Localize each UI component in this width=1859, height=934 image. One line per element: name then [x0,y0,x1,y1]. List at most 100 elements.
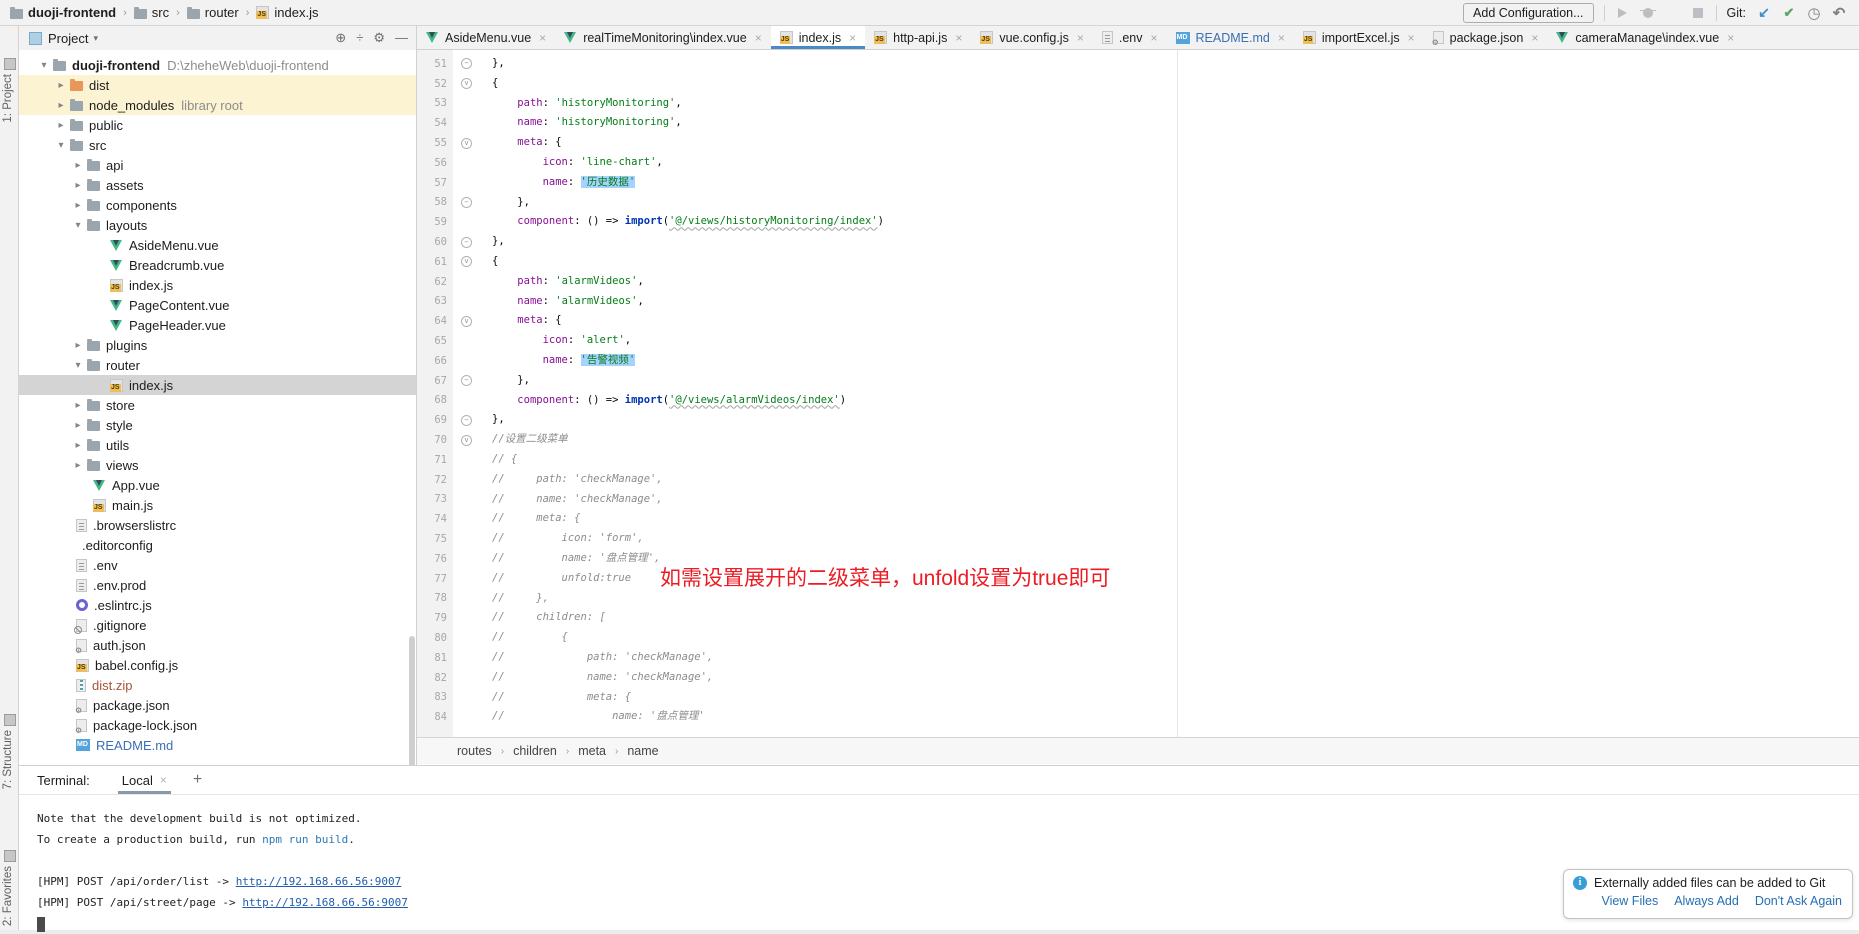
terminal-link[interactable]: http://192.168.66.56:9007 [236,875,402,888]
tree-item-Breadcrumb.vue[interactable]: Breadcrumb.vue [19,255,416,275]
chevron-right-icon[interactable]: ▸ [52,120,70,131]
editor-breadcrumb-item[interactable]: children [513,744,557,758]
editor-tab-realTimeMonitoring\index.vue[interactable]: realTimeMonitoring\index.vue× [555,26,771,49]
terminal-tab-local[interactable]: Local × [118,766,171,794]
tree-item-auth.json[interactable]: auth.json [19,635,416,655]
breadcrumb-item[interactable]: router [187,5,239,20]
rollback-icon[interactable]: ↶ [1831,5,1847,21]
chevron-down-icon[interactable]: ▾ [52,140,70,151]
breadcrumb-item[interactable]: index.js [256,5,318,20]
notification-action-don-t-ask-again[interactable]: Don't Ask Again [1755,894,1842,908]
close-icon[interactable]: × [755,31,762,45]
chevron-right-icon[interactable]: ▸ [69,160,87,171]
add-configuration-button[interactable]: Add Configuration... [1463,3,1594,23]
editor-tab-cameraManage\index.vue[interactable]: cameraManage\index.vue× [1547,26,1743,49]
tree-item-AsideMenu.vue[interactable]: AsideMenu.vue [19,235,416,255]
editor-breadcrumb-item[interactable]: meta [578,744,606,758]
coverage-icon[interactable] [1665,5,1681,21]
editor-tab-package.json[interactable]: package.json× [1424,26,1548,49]
notification-action-always-add[interactable]: Always Add [1674,894,1739,908]
stop-icon[interactable] [1690,5,1706,21]
settings-icon[interactable]: ⚙ [373,30,385,46]
close-icon[interactable]: × [1077,31,1084,45]
editor-tab-http-api.js[interactable]: http-api.js× [865,26,971,49]
tree-item-.gitignore[interactable]: .gitignore [19,615,416,635]
code-area[interactable]: 51−},52v{53 path: 'historyMonitoring',54… [417,50,1859,737]
editor-tab-importExcel.js[interactable]: importExcel.js× [1294,26,1424,49]
editor-tab-README.md[interactable]: README.md× [1167,26,1294,49]
tree-item-.eslintrc.js[interactable]: .eslintrc.js [19,595,416,615]
fold-marker-icon[interactable]: − [461,375,472,386]
close-icon[interactable]: × [849,31,856,45]
chevron-right-icon[interactable]: ▸ [69,440,87,451]
terminal-link[interactable]: http://192.168.66.56:9007 [242,896,408,909]
chevron-right-icon[interactable]: ▸ [69,400,87,411]
collapse-icon[interactable]: ÷ [356,30,363,46]
tree-item-node_modules[interactable]: ▸node_moduleslibrary root [19,95,416,115]
project-tool-icon[interactable] [4,58,16,70]
tree-item-dist.zip[interactable]: dist.zip [19,675,416,695]
editor-breadcrumb-item[interactable]: routes [457,744,492,758]
close-icon[interactable]: × [1531,31,1538,45]
fold-marker-icon[interactable]: v [461,435,472,446]
structure-tool-icon[interactable] [4,714,16,726]
tree-item-package.json[interactable]: package.json [19,695,416,715]
tool-button-project[interactable]: 1: Project [2,74,14,123]
tool-button-favorites[interactable]: 2: Favorites [2,866,14,926]
chevron-right-icon[interactable]: ▸ [69,340,87,351]
tree-item-store[interactable]: ▸store [19,395,416,415]
run-icon[interactable] [1615,5,1631,21]
chevron-down-icon[interactable]: ▾ [69,220,87,231]
fold-marker-icon[interactable]: − [461,237,472,248]
chevron-right-icon[interactable]: ▸ [69,200,87,211]
favorites-tool-icon[interactable] [4,850,16,862]
chevron-down-icon[interactable]: ▾ [35,60,53,71]
breadcrumb-item[interactable]: src [134,5,169,20]
chevron-right-icon[interactable]: ▸ [52,100,70,111]
debug-icon[interactable] [1640,5,1656,21]
tree-item-PageContent.vue[interactable]: PageContent.vue [19,295,416,315]
tree-item-.env[interactable]: .env [19,555,416,575]
tree-item-App.vue[interactable]: App.vue [19,475,416,495]
tree-item-PageHeader.vue[interactable]: PageHeader.vue [19,315,416,335]
hide-icon[interactable]: — [395,30,408,46]
tree-item-.editorconfig[interactable]: .editorconfig [19,535,416,555]
new-terminal-tab-button[interactable]: + [193,771,202,789]
editor-tab-.env[interactable]: .env× [1093,26,1167,49]
tree-item-api[interactable]: ▸api [19,155,416,175]
tree-item-utils[interactable]: ▸utils [19,435,416,455]
chevron-right-icon[interactable]: ▸ [69,180,87,191]
close-icon[interactable]: × [1727,31,1734,45]
project-scrollbar[interactable] [409,636,415,765]
fold-marker-icon[interactable]: v [461,256,472,267]
breadcrumb-item[interactable]: duoji-frontend [10,5,116,20]
close-icon[interactable]: × [955,31,962,45]
target-icon[interactable]: ⊕ [335,30,346,46]
fold-marker-icon[interactable]: − [461,197,472,208]
close-icon[interactable]: × [1278,31,1285,45]
tree-item-README.md[interactable]: README.md [19,735,416,755]
close-icon[interactable]: × [539,31,546,45]
editor-tab-vue.config.js[interactable]: vue.config.js× [971,26,1093,49]
chevron-right-icon[interactable]: ▸ [69,420,87,431]
tree-item-dist[interactable]: ▸dist [19,75,416,95]
tree-item-duoji-frontend[interactable]: ▾duoji-frontendD:\zheheWeb\duoji-fronten… [19,55,416,75]
tree-item-package-lock.json[interactable]: package-lock.json [19,715,416,735]
tree-item-index.js[interactable]: index.js [19,375,416,395]
tree-item-plugins[interactable]: ▸plugins [19,335,416,355]
fold-marker-icon[interactable]: v [461,138,472,149]
chevron-down-icon[interactable]: ▾ [93,33,98,44]
tree-item-babel.config.js[interactable]: babel.config.js [19,655,416,675]
close-icon[interactable]: × [1408,31,1415,45]
chevron-down-icon[interactable]: ▾ [69,360,87,371]
tree-item-components[interactable]: ▸components [19,195,416,215]
editor-breadcrumb-item[interactable]: name [627,744,658,758]
tree-item-index.js[interactable]: index.js [19,275,416,295]
tree-item-public[interactable]: ▸public [19,115,416,135]
tree-item-.browserslistrc[interactable]: .browserslistrc [19,515,416,535]
fold-marker-icon[interactable]: v [461,316,472,327]
tree-item-layouts[interactable]: ▾layouts [19,215,416,235]
tree-item-src[interactable]: ▾src [19,135,416,155]
editor-tab-AsideMenu.vue[interactable]: AsideMenu.vue× [417,26,555,49]
fold-marker-icon[interactable]: − [461,415,472,426]
